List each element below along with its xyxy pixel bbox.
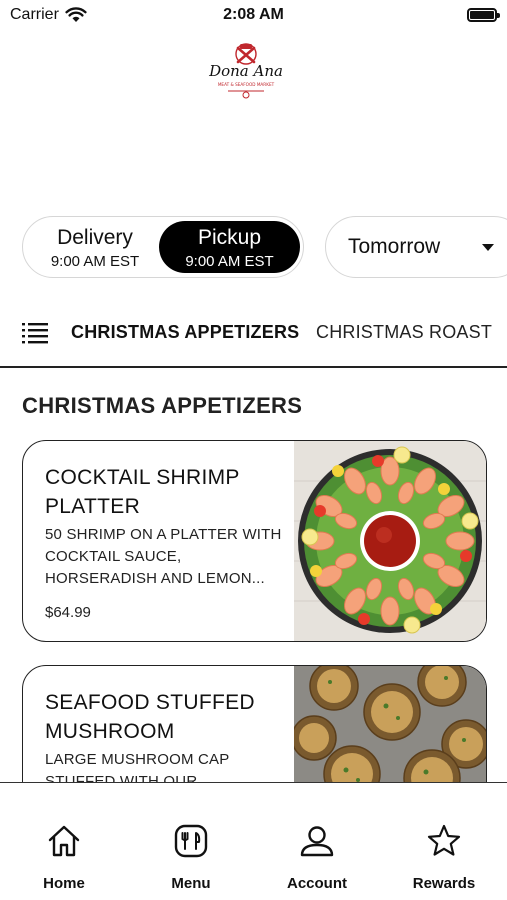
svg-text:MEAT & SEAFOOD MARKET: MEAT & SEAFOOD MARKET	[218, 82, 275, 87]
pickup-option[interactable]: Pickup 9:00 AM EST	[159, 221, 300, 273]
order-mode-switch: Delivery 9:00 AM EST Pickup 9:00 AM EST	[22, 216, 304, 278]
account-icon	[300, 826, 334, 857]
nav-rewards-label: Rewards	[412, 875, 476, 892]
pickup-label: Pickup	[197, 226, 262, 249]
day-dropdown[interactable]: Tomorrow	[325, 216, 507, 278]
category-list-icon[interactable]	[22, 321, 48, 345]
shrimp-platter-image	[294, 441, 486, 641]
category-tab-bar: CHRISTMAS APPETIZERS CHRISTMAS ROAST	[0, 310, 507, 368]
bottom-nav: Home Menu Account Rewards	[0, 782, 507, 900]
chevron-down-icon	[482, 244, 494, 251]
clock: 2:08 AM	[223, 6, 284, 23]
nav-home-label: Home	[43, 875, 85, 892]
tab-christmas-roast[interactable]: CHRISTMAS ROAST	[316, 322, 492, 343]
delivery-label: Delivery	[57, 226, 133, 249]
nav-menu[interactable]: Menu	[141, 823, 241, 892]
star-icon	[427, 824, 461, 856]
svg-text:Dona Ana: Dona Ana	[208, 62, 283, 80]
home-icon	[48, 825, 80, 857]
item-name: COCKTAIL SHRIMP PLATTER	[45, 466, 240, 518]
item-price: $64.99	[45, 604, 91, 621]
item-description: 50 SHRIMP ON A PLATTER WITH COCKTAIL SAU…	[45, 526, 282, 587]
delivery-time: 9:00 AM EST	[50, 253, 140, 270]
status-bar: Carrier 2:08 AM	[0, 0, 507, 30]
delivery-option[interactable]: Delivery 9:00 AM EST	[29, 221, 161, 273]
menu-item-card[interactable]: COCKTAIL SHRIMP PLATTER 50 SHRIMP ON A P…	[22, 440, 487, 642]
day-selected-value: Tomorrow	[348, 235, 441, 258]
pickup-time: 9:00 AM EST	[185, 253, 274, 270]
brand-logo: Dona Ana MEAT & SEAFOOD MARKET	[208, 43, 283, 99]
battery-icon	[467, 8, 500, 22]
nav-rewards[interactable]: Rewards	[394, 823, 494, 892]
section-title: CHRISTMAS APPETIZERS	[22, 393, 303, 418]
nav-menu-label: Menu	[171, 875, 211, 892]
menu-icon	[174, 824, 208, 858]
nav-account[interactable]: Account	[267, 823, 367, 892]
nav-home[interactable]: Home	[14, 823, 114, 892]
item-name: SEAFOOD STUFFED MUSHROOM	[45, 691, 255, 743]
nav-account-label: Account	[287, 875, 347, 892]
tab-christmas-appetizers[interactable]: CHRISTMAS APPETIZERS	[71, 322, 299, 343]
